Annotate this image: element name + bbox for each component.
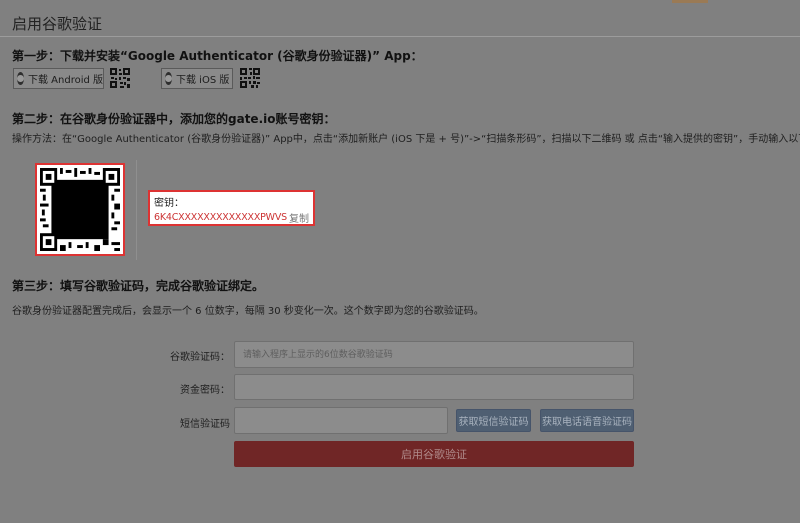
sms-code-label: 短信验证码 (180, 419, 230, 430)
top-tab-indicator (672, 0, 708, 3)
secret-key-value[interactable]: 6K4CXXXXXXXXXXXXXPWVS (154, 212, 287, 223)
download-android-button[interactable]: 下载 Android 版 (13, 68, 104, 89)
get-sms-code-button[interactable]: 获取短信验证码 (456, 409, 531, 432)
fund-password-input[interactable] (234, 374, 634, 400)
apple-icon (165, 72, 172, 85)
copy-secret-button[interactable]: 复制 (289, 210, 309, 225)
section-divider (136, 160, 137, 260)
android-qr-icon (110, 68, 130, 88)
secret-key-box: 密钥： 6K4CXXXXXXXXXXXXXPWVS 复制 (148, 190, 315, 226)
google-code-input[interactable] (234, 341, 634, 368)
enable-google-auth-button[interactable]: 启用谷歌验证 (234, 441, 634, 467)
step3-instructions: 谷歌身份验证器配置完成后，会显示一个 6 位数字，每隔 30 秒变化一次。这个数… (12, 306, 484, 317)
fund-password-label: 资金密码： (180, 385, 230, 396)
get-voice-code-button[interactable]: 获取电话语音验证码 (540, 409, 634, 432)
download-android-label: 下载 Android 版 (28, 75, 104, 86)
android-icon (17, 72, 24, 85)
step2-instructions: 操作方法：在“Google Authenticator (谷歌身份验证器)” A… (12, 134, 800, 145)
download-ios-button[interactable]: 下载 iOS 版 (161, 68, 233, 89)
download-ios-label: 下载 iOS 版 (176, 75, 230, 86)
step3-heading: 第三步：填写谷歌验证码，完成谷歌验证绑定。 (12, 279, 265, 293)
qr-code-icon (40, 168, 120, 251)
google-code-label: 谷歌验证码： (170, 352, 230, 363)
page-title: 启用谷歌验证 (12, 15, 103, 33)
ios-qr-icon (240, 68, 260, 88)
step2-heading: 第二步：在谷歌身份验证器中，添加您的gate.io账号密钥： (12, 112, 336, 126)
secret-key-label: 密钥： (154, 198, 184, 209)
title-divider (0, 36, 800, 37)
sms-code-input[interactable] (234, 407, 448, 434)
qr-code (35, 163, 125, 256)
step1-heading: 第一步：下载并安装“Google Authenticator (谷歌身份验证器)… (12, 49, 423, 63)
